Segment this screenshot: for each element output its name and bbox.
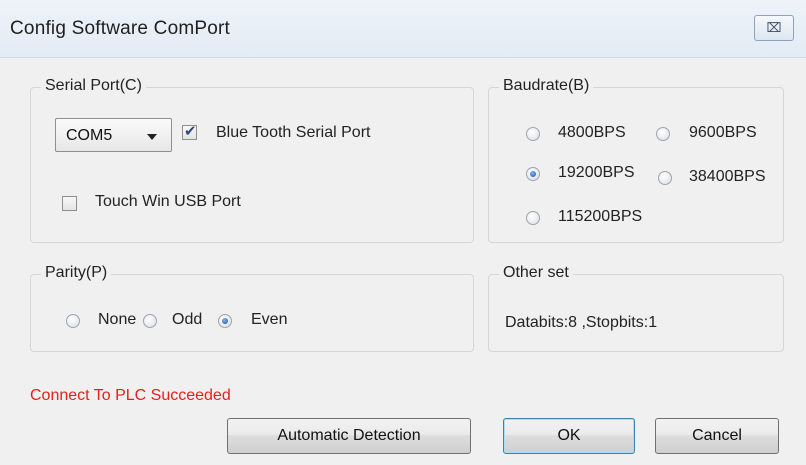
window-title: Config Software ComPort bbox=[10, 18, 231, 39]
baud-4800-label: 4800BPS bbox=[558, 124, 626, 141]
baud-115200-radio[interactable] bbox=[526, 211, 540, 225]
other-set-group: Other set bbox=[488, 264, 784, 352]
chevron-down-icon bbox=[147, 134, 157, 140]
baudrate-legend: Baudrate(B) bbox=[499, 77, 594, 95]
baud-9600-radio[interactable] bbox=[656, 127, 670, 141]
com-port-select[interactable]: COM5 bbox=[55, 118, 172, 152]
bluetooth-checkbox[interactable]: ✔ bbox=[182, 123, 197, 140]
usb-checkbox[interactable] bbox=[62, 196, 77, 211]
baud-38400-radio[interactable] bbox=[658, 171, 672, 185]
baud-38400-label: 38400BPS bbox=[689, 168, 766, 185]
ok-button[interactable]: OK bbox=[503, 418, 635, 454]
parity-none-label: None bbox=[98, 311, 137, 328]
bluetooth-label: Blue Tooth Serial Port bbox=[216, 124, 371, 141]
baud-4800-radio[interactable] bbox=[526, 127, 540, 141]
close-button[interactable]: ⌧ bbox=[754, 15, 794, 41]
parity-legend: Parity(P) bbox=[41, 264, 112, 282]
checkmark-icon: ✔ bbox=[184, 123, 197, 140]
parity-odd-label: Odd bbox=[172, 311, 203, 328]
baud-9600-label: 9600BPS bbox=[689, 124, 757, 141]
parity-none-radio[interactable] bbox=[66, 314, 80, 328]
other-set-legend: Other set bbox=[499, 264, 573, 282]
other-set-text: Databits:8 ,Stopbits:1 bbox=[505, 314, 658, 331]
usb-label: Touch Win USB Port bbox=[95, 193, 241, 210]
title-bar: Config Software ComPort ⌧ bbox=[0, 0, 806, 58]
connection-status: Connect To PLC Succeeded bbox=[30, 387, 231, 404]
baud-19200-label: 19200BPS bbox=[558, 164, 635, 181]
serial-port-group: Serial Port(C) bbox=[30, 77, 474, 243]
automatic-detection-button[interactable]: Automatic Detection bbox=[227, 418, 471, 454]
cancel-button[interactable]: Cancel bbox=[655, 418, 779, 454]
parity-odd-radio[interactable] bbox=[143, 314, 157, 328]
parity-even-radio[interactable] bbox=[218, 314, 232, 328]
com-port-value: COM5 bbox=[66, 127, 113, 144]
parity-even-label: Even bbox=[251, 311, 288, 328]
serial-port-legend: Serial Port(C) bbox=[41, 77, 146, 95]
close-icon: ⌧ bbox=[766, 20, 782, 35]
baud-115200-label: 115200BPS bbox=[558, 208, 643, 225]
baud-19200-radio[interactable] bbox=[526, 167, 540, 181]
